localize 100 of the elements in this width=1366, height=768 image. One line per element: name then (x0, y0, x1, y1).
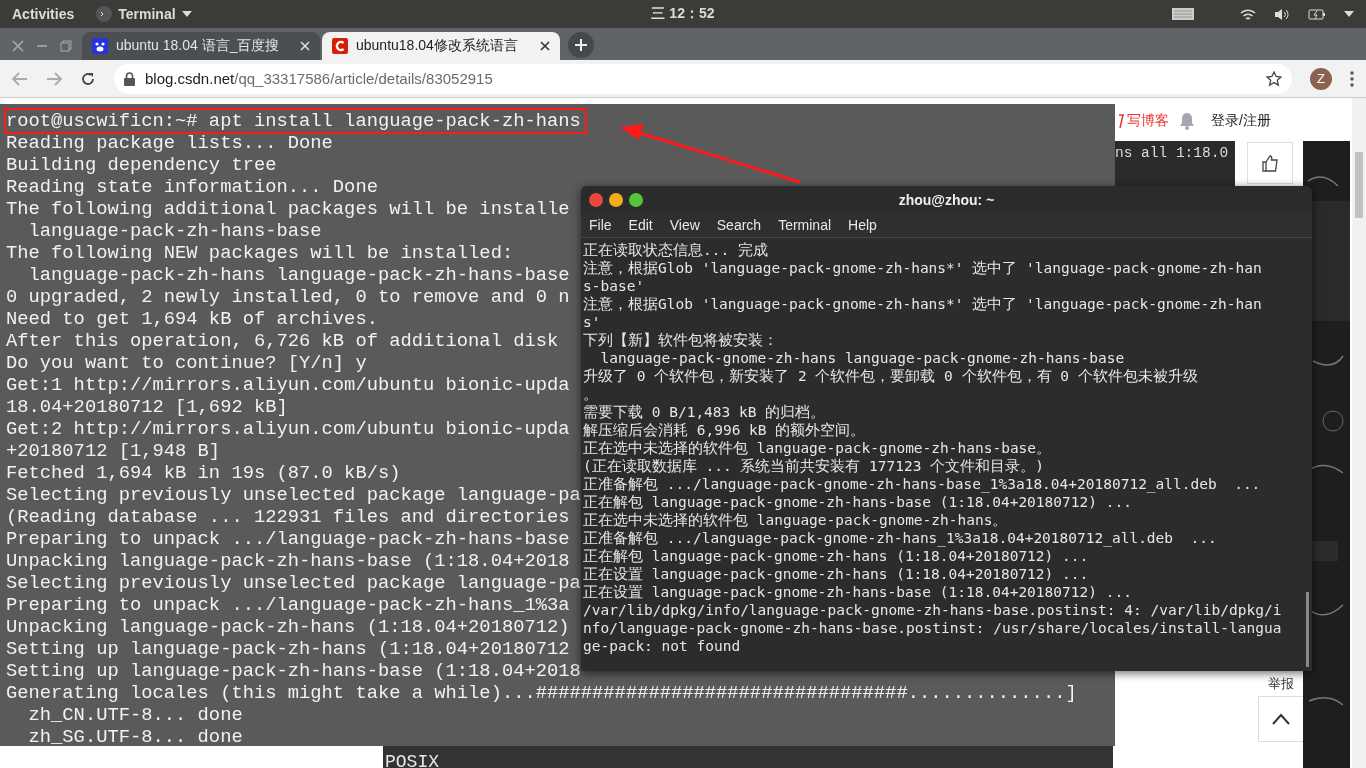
terminal-line: Unpacking language-pack-zh-hans-base (1:18.04+2018 (5, 549, 571, 574)
terminal-line: Fetched 1,694 kB in 19s (87.0 kB/s) (5, 461, 402, 486)
menu-item[interactable]: Search (716, 217, 762, 233)
terminal-line: Reading package lists... Done (5, 131, 334, 156)
scrollbar[interactable] (1352, 98, 1366, 768)
terminal-line: 正准备解包 .../language-pack-gnome-zh-hans_1%3a18.04+20180712_all.deb ... (583, 529, 1217, 547)
terminal-line: 注意，根据Glob 'language-pack-gnome-zh-hans*' 选中了 'language-pack-gnome-zh-han (583, 259, 1262, 277)
terminal-line: Unpacking language-pack-zh-hans (1:18.04+20180712) (5, 615, 571, 640)
window-title: zhou@zhou: ~ (898, 191, 995, 208)
wifi-icon (1240, 7, 1256, 21)
c-logo-icon (332, 38, 348, 54)
profile-avatar[interactable]: Z (1310, 67, 1332, 90)
terminal-line: The following NEW packages will be installed: (5, 241, 515, 266)
new-tab-button[interactable] (568, 32, 594, 58)
terminal-line: Get:2 http://mirrors.aliyun.com/ubuntu bionic-upda (5, 417, 571, 442)
close-icon (300, 41, 310, 51)
terminal-line: Selecting previously unselected package language-pa (5, 483, 582, 508)
url-path: /qq_33317586/article/details/83052915 (234, 70, 493, 87)
terminal-line: Selecting previously unselected package language-pa (5, 571, 582, 596)
caret-icon (1344, 11, 1354, 17)
terminal-line: 0 upgraded, 2 newly installed, 0 to remove and 0 n (5, 285, 571, 310)
terminal-line: 正在设置 language-pack-gnome-zh-hans-base (1:18.04+20180712) ... (583, 583, 1132, 601)
clock[interactable]: 三 12：52 (651, 5, 715, 23)
terminal-line: 需要下载 0 B/1,483 kB 的归档。 (583, 403, 826, 421)
menu-item[interactable]: Help (848, 217, 877, 233)
activities-button[interactable]: Activities (12, 6, 75, 22)
terminal-line: Reading state information... Done (5, 175, 379, 200)
terminal-icon (96, 6, 113, 22)
close-icon (12, 40, 24, 52)
terminal-line: After this operation, 6,726 kB of additional disk (5, 329, 560, 354)
battery-icon (1308, 8, 1326, 20)
reload-icon (80, 70, 96, 87)
menu-item[interactable]: View (669, 217, 700, 233)
terminal-line: Get:1 http://mirrors.aliyun.com/ubuntu bionic-upda (5, 373, 571, 398)
maximize-icon (629, 192, 643, 207)
bell-icon (1179, 112, 1195, 130)
terminal-line: s-base' (583, 277, 645, 295)
terminal-line: 注意，根据Glob 'language-pack-gnome-zh-hans*' 选中了 'language-pack-gnome-zh-han (583, 295, 1262, 313)
browser-tab[interactable]: ubuntu18.04修改系统语言 (322, 32, 560, 60)
terminal-line: Do you want to continue? [Y/n] y (5, 351, 368, 376)
menu-item[interactable]: File (589, 217, 612, 233)
terminal-line: zh_CN.UTF-8... done (27, 703, 244, 728)
terminal-line: (正在读取数据库 ... 系统当前共安装有 177123 个文件和目录。) (583, 457, 1044, 475)
menu-item[interactable]: Terminal (778, 217, 832, 233)
terminal-line: language-pack-zh-hans language-pack-zh-hans-base (27, 263, 571, 288)
terminal-line: The following additional packages will be installe (5, 197, 571, 222)
terminal-line: 正在解包 language-pack-gnome-zh-hans (1:18.04+20180712) ... (583, 547, 1089, 565)
terminal-line: Setting up language-pack-zh-hans (1:18.04+20180712 (5, 637, 571, 662)
terminal-line: +20180712 [1,948 B] (5, 439, 222, 464)
caret-icon (181, 11, 192, 17)
terminal-line: /var/lib/dpkg/info/language-pack-gnome-zh-hans-base.postinst: 4: /var/lib/dpkg/i (583, 601, 1282, 619)
app-menu[interactable]: Terminal (118, 6, 176, 22)
terminal-line: Preparing to unpack .../language-pack-zh-hans_1%3a (5, 593, 571, 618)
report-link[interactable]: 举报 (1268, 675, 1294, 693)
menu-item[interactable]: Edit (628, 217, 653, 233)
terminal-line: nfo/language-pack-gnome-zh-hans-base.postinst: /usr/share/locales/install-langua (583, 619, 1282, 637)
like-button[interactable] (1247, 142, 1293, 184)
terminal-line: ge-pack: not found (583, 637, 741, 655)
terminal-line: 正在解包 language-pack-gnome-zh-hans-base (1:18.04+20180712) ... (583, 493, 1132, 511)
forward-icon (46, 71, 62, 86)
terminal-line: Generating locales (this might take a while)...#################################..............] (5, 681, 1078, 706)
lock-icon (124, 71, 135, 86)
terminal-text: ns all 1:18.0 (1115, 145, 1229, 161)
close-icon (540, 41, 550, 51)
address-bar[interactable]: blog.csdn.net/qq_33317586/article/details/83052915 (114, 63, 1292, 94)
terminal-line: 解压缩后会消耗 6,996 kB 的额外空间。 (583, 421, 866, 439)
terminal-line: 。 (583, 385, 598, 403)
terminal-line: (Reading database ... 122931 files and directories (5, 505, 571, 530)
paw-icon (92, 38, 108, 54)
terminal-line: language-pack-zh-hans-base (27, 219, 323, 244)
caret-up-icon (1272, 713, 1290, 725)
terminal-line: 正在设置 language-pack-gnome-zh-hans (1:18.04+20180712) ... (583, 565, 1089, 583)
login-link[interactable]: 登录/注册 (1211, 112, 1271, 130)
restore-icon (60, 40, 72, 52)
terminal-line: zh_SG.UTF-8... done (27, 725, 244, 750)
volume-icon (1274, 7, 1290, 21)
scrollbar-thumb[interactable] (1355, 152, 1363, 218)
terminal-line: Need to get 1,694 kB of archives. (5, 307, 379, 332)
terminal-line: 正准备解包 .../language-pack-gnome-zh-hans-base_1%3a18.04+20180712_all.deb ... (583, 475, 1261, 493)
terminal-line: 18.04+20180712 [1,692 kB] (5, 395, 289, 420)
terminal-line: language-pack-gnome-zh-hans language-pack-gnome-zh-hans-base (599, 349, 1125, 367)
url-host: blog.csdn.net (145, 70, 235, 87)
terminal-text: POSIX (385, 752, 439, 768)
write-blog-link[interactable]: 写博客 (1127, 112, 1169, 130)
back-to-top-button[interactable] (1258, 696, 1304, 742)
terminal-line: Setting up language-pack-zh-hans-base (1:18.04+2018 (5, 659, 582, 684)
browser-tab[interactable]: ubuntu 18.04 语言_百度搜 (82, 32, 320, 60)
thumbs-up-icon (1261, 154, 1279, 172)
minimize-icon (36, 45, 48, 47)
minimize-icon (609, 192, 623, 207)
terminal-line: 升级了 0 个软件包，新安装了 2 个软件包，要卸载 0 个软件包，有 0 个软件包未被升级 (583, 367, 1198, 385)
more-icon (1350, 70, 1354, 87)
back-icon (12, 71, 28, 86)
star-icon (1266, 70, 1282, 87)
terminal-line: 下列【新】软件包将被安装： (583, 331, 778, 349)
terminal-line: 正在选中未选择的软件包 language-pack-gnome-zh-hans。 (583, 511, 1008, 529)
terminal-line: 正在选中未选择的软件包 language-pack-gnome-zh-hans-base。 (583, 439, 1052, 457)
plus-icon (574, 38, 588, 52)
close-icon (589, 192, 603, 207)
keyboard-icon (1172, 8, 1194, 20)
